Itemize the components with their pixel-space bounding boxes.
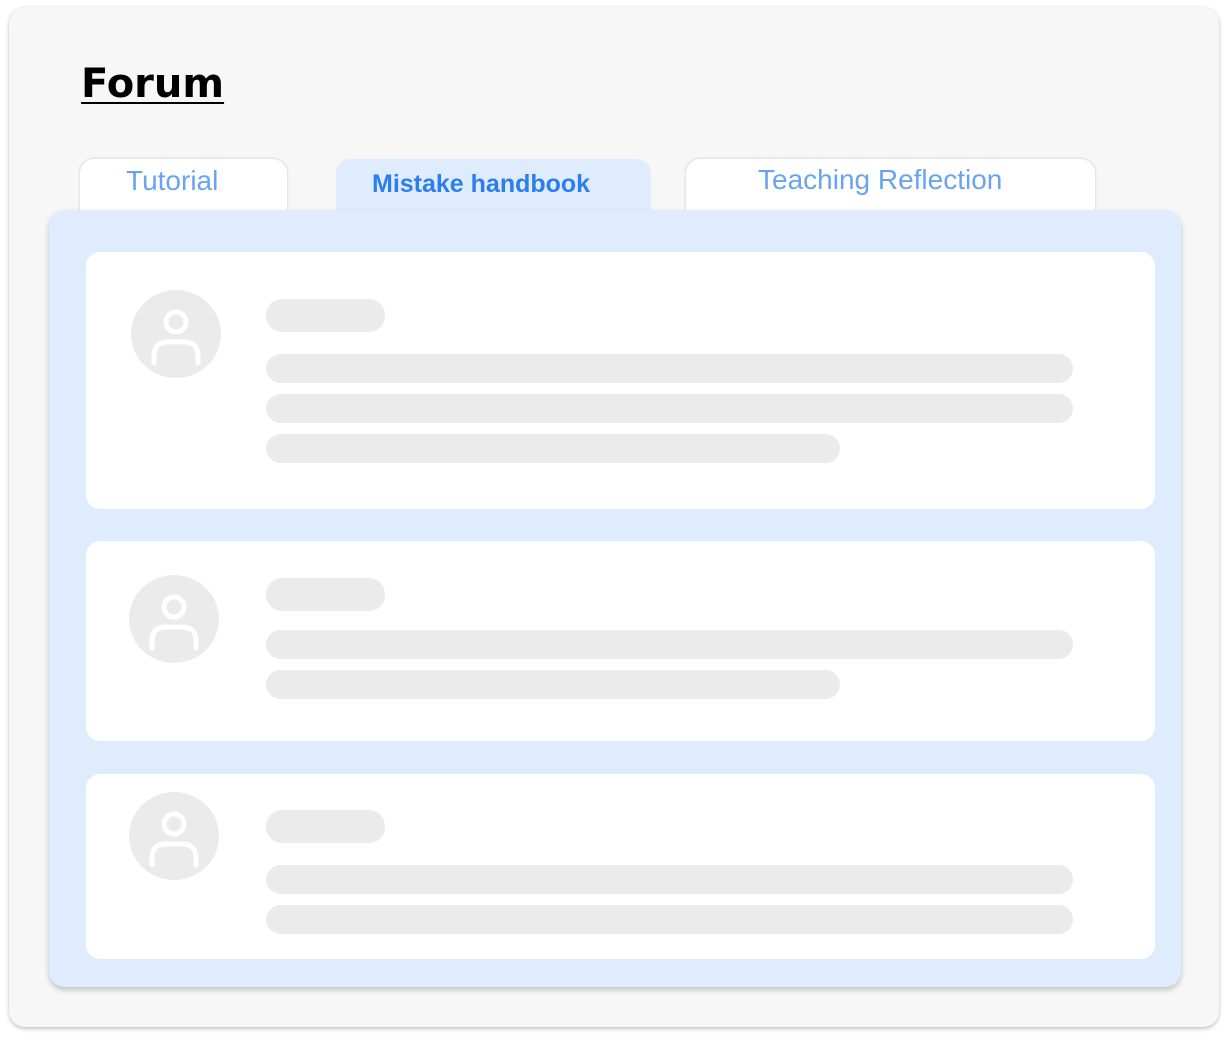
user-icon (149, 811, 199, 868)
post-text-line-placeholder (266, 905, 1073, 934)
page-title: Forum (81, 61, 225, 107)
tab-mistake-handbook[interactable]: Mistake handbook (336, 159, 651, 215)
post-author-placeholder (266, 578, 385, 611)
post-text-line-placeholder (266, 865, 1073, 894)
post-card[interactable] (86, 774, 1155, 959)
tab-mistake-handbook-label: Mistake handbook (372, 170, 591, 198)
tab-teaching-reflection[interactable]: Teaching Reflection (686, 159, 1095, 213)
user-icon (151, 309, 201, 366)
tab-teaching-reflection-label: Teaching Reflection (758, 164, 1003, 195)
post-text-line-placeholder (266, 394, 1073, 423)
avatar (131, 290, 221, 378)
post-card[interactable] (86, 252, 1155, 509)
post-text-line-placeholder (266, 354, 1073, 383)
post-text-line-placeholder (266, 670, 840, 699)
posts-panel (49, 210, 1181, 987)
avatar (129, 792, 219, 880)
post-author-placeholder (266, 810, 385, 843)
post-text-line-placeholder (266, 630, 1073, 659)
post-text-line-placeholder (266, 434, 840, 463)
tab-tutorial-label: Tutorial (126, 165, 219, 196)
avatar (129, 575, 219, 663)
user-icon (149, 594, 199, 651)
tab-tutorial[interactable]: Tutorial (80, 159, 287, 213)
post-author-placeholder (266, 299, 385, 332)
post-card[interactable] (86, 541, 1155, 741)
